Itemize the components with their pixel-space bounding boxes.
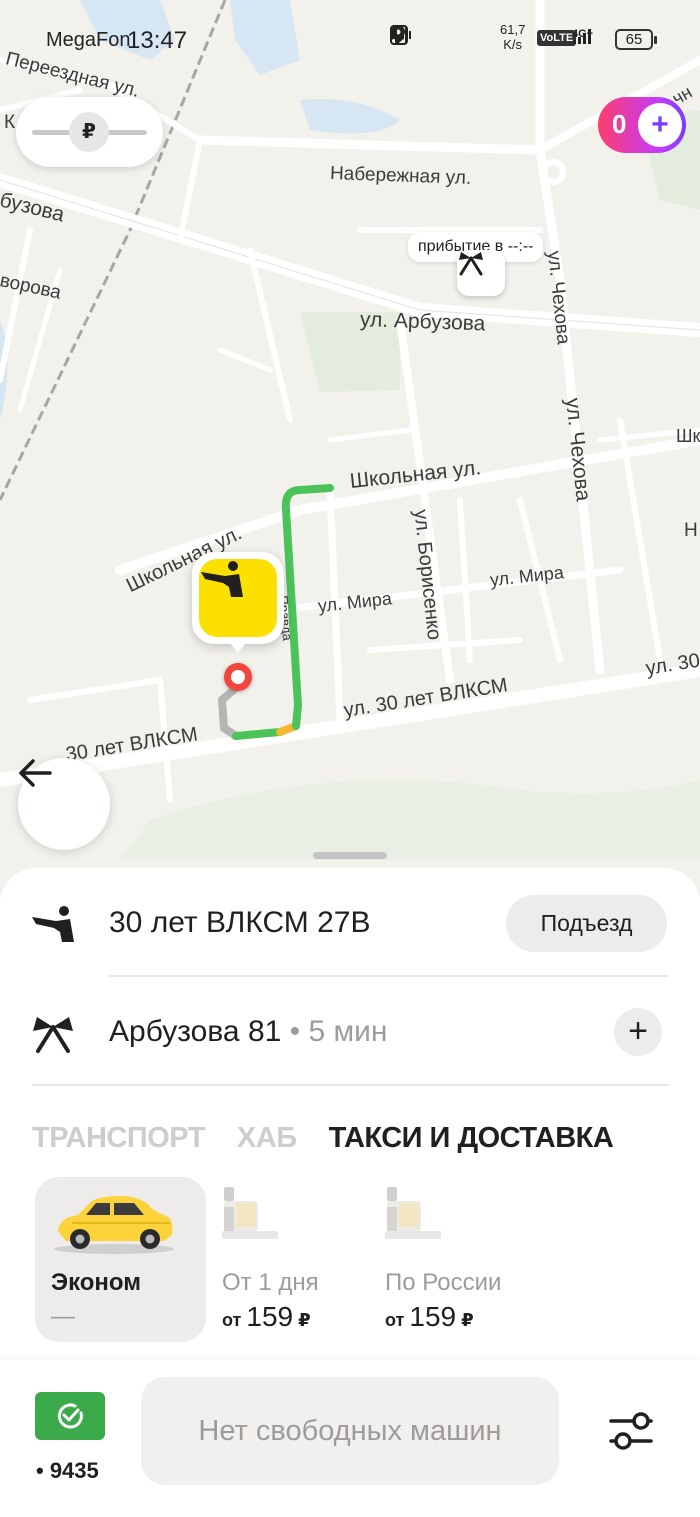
payment-card-number[interactable]: • 9435	[36, 1458, 99, 1484]
checkmark-circle-icon	[57, 1403, 83, 1429]
tariff-price: от 159 ₽	[222, 1301, 311, 1332]
entrance-button[interactable]: Подъезд	[506, 895, 667, 952]
finish-flags-icon	[30, 1013, 76, 1053]
clock: 13:47	[127, 27, 188, 54]
payment-method-button[interactable]	[35, 1392, 105, 1440]
tariff-card-russia[interactable]: По России от 159 ₽	[385, 1177, 525, 1342]
tab-hub[interactable]: ХАБ	[237, 1122, 297, 1162]
tariff-card-from-1-day[interactable]: От 1 дня от 159 ₽	[222, 1177, 362, 1342]
destination-eta: • 5 мин	[281, 1015, 388, 1048]
street-label: Н	[684, 520, 698, 541]
route-walk-segment	[217, 682, 242, 740]
battery-icon: 65	[615, 29, 657, 50]
signal-icon: 4G+	[572, 28, 593, 44]
plus-cashback-button[interactable]: 0 +	[598, 97, 686, 153]
park-area	[120, 780, 700, 860]
ruble-icon[interactable]: ₽	[69, 112, 109, 152]
waving-person-icon	[201, 561, 243, 597]
tariff-name: От 1 дня	[222, 1269, 319, 1296]
finish-flags-icon	[459, 252, 483, 276]
add-stop-button[interactable]: +	[614, 1008, 662, 1056]
car-image	[52, 1191, 177, 1256]
pickup-marker[interactable]	[192, 552, 284, 653]
pickup-address: 30 лет ВЛКСМ 27В	[109, 906, 371, 939]
pickup-point-dot	[224, 663, 252, 691]
destination-marker[interactable]	[457, 250, 505, 296]
parcel-image	[385, 1187, 443, 1251]
back-button[interactable]	[18, 758, 110, 850]
water-area	[300, 99, 400, 134]
tab-taxi-delivery[interactable]: ТАКСИ И ДОСТАВКА	[329, 1122, 614, 1162]
arrow-left-icon	[19, 759, 52, 787]
roundabout	[540, 159, 566, 185]
parcel-image	[222, 1187, 280, 1251]
tariff-name: Эконом	[51, 1269, 142, 1296]
tariff-price: —	[51, 1303, 75, 1330]
settings-sliders-icon[interactable]	[603, 1405, 659, 1457]
carrier-name: MegaFon	[46, 29, 131, 51]
price-toggle[interactable]: ₽	[16, 97, 163, 167]
route-segment-green	[232, 728, 284, 740]
divider	[32, 1084, 669, 1086]
destination-row[interactable]: Арбузова 81 • 5 мин	[0, 977, 700, 1085]
sheet-grabber[interactable]	[313, 852, 387, 859]
tab-transport[interactable]: ТРАНСПОРТ	[32, 1122, 205, 1162]
network-speed: 61,7 K/s	[500, 22, 526, 52]
street-label: ул. Арбузова	[359, 308, 486, 336]
plus-icon: +	[638, 103, 682, 147]
tariff-name: По России	[385, 1269, 502, 1296]
destination-address: Арбузова 81	[109, 1015, 282, 1048]
street-label: К	[4, 112, 16, 133]
tariff-price: от 159 ₽	[385, 1301, 474, 1332]
map-view[interactable]: Переездная ул. К Набережная ул. бузова в…	[0, 0, 700, 900]
plus-points-count: 0	[612, 109, 627, 139]
waving-person-icon	[30, 904, 76, 944]
street-label: Шк	[676, 426, 700, 446]
volte-badge: VoLTE	[537, 30, 577, 46]
tariff-card-econom[interactable]: Эконом —	[35, 1177, 206, 1342]
status-bar: MegaFon 13:47 61,7 K/s VoLTE 4G+ 65	[0, 0, 700, 80]
service-tabs: ТРАНСПОРТ ХАБ ТАКСИ И ДОСТАВКА	[32, 1122, 614, 1162]
order-button[interactable]: Нет свободных машин	[141, 1377, 559, 1485]
